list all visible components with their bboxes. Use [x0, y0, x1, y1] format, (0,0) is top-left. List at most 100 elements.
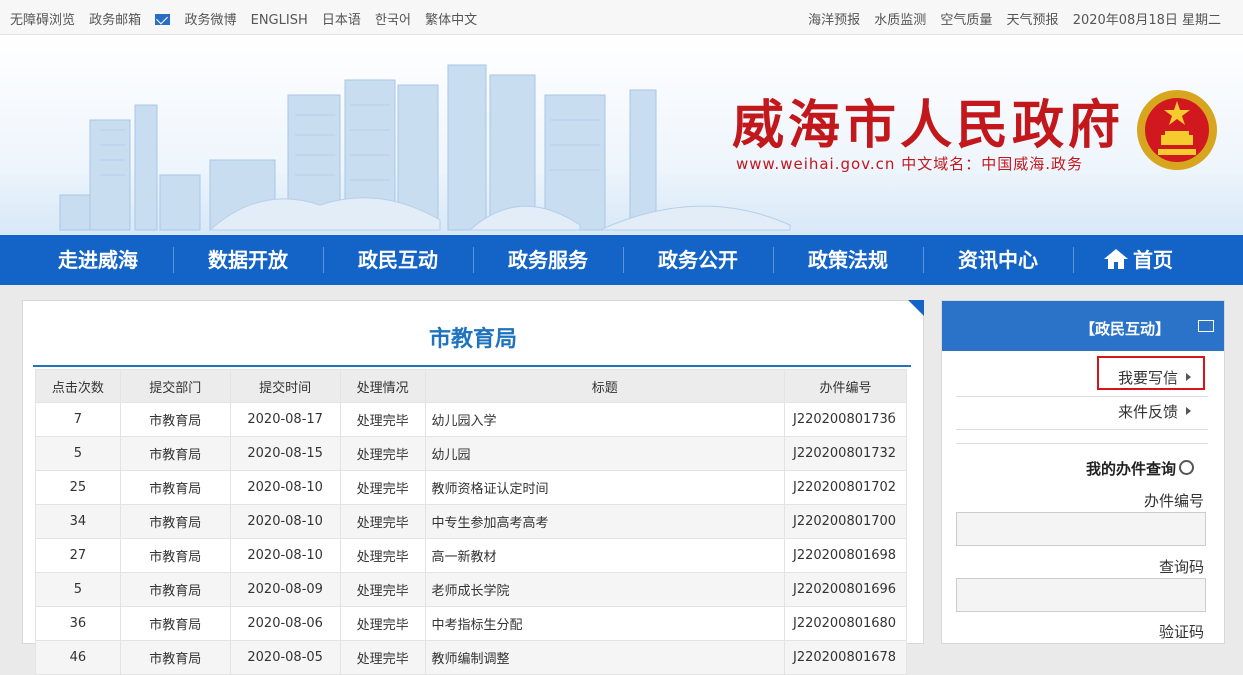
site-subtitle: www.weihai.gov.cn 中文域名：中国威海.政务: [736, 155, 1083, 173]
cell-status: 处理完毕: [339, 572, 426, 607]
sidebar: 【政民互动】 我要写信 来件反馈 我的办件查询 办件编号 查询码 验证码: [941, 300, 1225, 644]
top-bar: 无障碍浏览 政务邮箱 政务微博 ENGLISH 日本语 한국어 繁体中文 海洋预…: [0, 0, 1243, 35]
nav-divider: [473, 247, 474, 273]
nav-open-data[interactable]: 数据开放: [173, 235, 323, 285]
cell-status: 处理完毕: [339, 606, 426, 641]
feedback-link[interactable]: 来件反馈: [1118, 401, 1192, 422]
captcha-label: 验证码: [1159, 623, 1205, 641]
column-header-department[interactable]: 提交部门: [119, 369, 231, 403]
cell-submit-time: 2020-08-05: [229, 640, 341, 675]
sidebar-title: 【政民互动】: [1080, 320, 1171, 338]
column-header-submit-time[interactable]: 提交时间: [229, 369, 341, 403]
table-row[interactable]: 25 市教育局 2020-08-10 处理完毕 教师资格证认定时间 J22020…: [35, 470, 908, 505]
column-header-case-number[interactable]: 办件编号: [783, 369, 908, 403]
cell-status: 处理完毕: [339, 470, 426, 505]
cell-clicks: 34: [35, 504, 121, 539]
cell-submit-time: 2020-08-09: [229, 572, 341, 607]
table-row[interactable]: 7 市教育局 2020-08-17 处理完毕 幼儿园入学 J2202008017…: [35, 402, 908, 437]
cell-clicks: 5: [35, 436, 121, 471]
cell-case-number: J22020080173б: [783, 402, 908, 437]
divider: [956, 443, 1208, 444]
cell-clicks: 36: [35, 606, 121, 641]
top-links: 无障碍浏览 政务邮箱 政务微博 ENGLISH 日本语 한국어 繁体中文: [10, 9, 487, 28]
page-title: 市教育局: [428, 327, 517, 352]
japanese-link[interactable]: 日本语: [322, 13, 361, 28]
nav-divider: [623, 247, 624, 273]
cell-title-link[interactable]: 幼儿园入学: [424, 402, 785, 437]
arrow-right-icon: [1186, 407, 1192, 415]
table-row[interactable]: 27 市教育局 2020-08-10 处理完毕 高一新教材 J220200801…: [35, 538, 908, 573]
cell-case-number: J220200801678: [783, 640, 908, 675]
cell-department: 市教育局: [119, 606, 231, 641]
air-quality-link[interactable]: 空气质量: [940, 13, 992, 28]
column-header-title[interactable]: 标题: [424, 369, 785, 403]
column-header-clicks[interactable]: 点击次数: [35, 369, 121, 403]
case-query-label: 我的办件查询: [1086, 460, 1177, 478]
query-code-input[interactable]: [956, 578, 1206, 612]
main-nav: 首页 资讯中心 政策法规 政务公开 政务服务 政民互动 数据开放 走进威海: [0, 235, 1243, 285]
nav-divider: [323, 247, 324, 273]
weather-link[interactable]: 天气预报: [1007, 13, 1059, 28]
cell-department: 市教育局: [119, 470, 231, 505]
sidebar-header: 【政民互动】: [942, 301, 1224, 351]
cell-title-link[interactable]: 老师成长学院: [424, 572, 785, 607]
national-emblem-icon: [1137, 90, 1217, 170]
query-code-label: 查询码: [1159, 558, 1205, 576]
cell-department: 市教育局: [119, 504, 231, 539]
nav-policy[interactable]: 政策法规: [773, 235, 923, 285]
divider: [956, 396, 1208, 397]
ocean-forecast-link[interactable]: 海洋预报: [808, 13, 860, 28]
english-link[interactable]: ENGLISH: [251, 13, 308, 28]
nav-home[interactable]: 首页: [1073, 235, 1203, 285]
cell-department: 市教育局: [119, 572, 231, 607]
case-number-input[interactable]: [956, 512, 1206, 546]
cell-clicks: 27: [35, 538, 121, 573]
nav-news[interactable]: 资讯中心: [923, 235, 1073, 285]
cell-case-number: J220200801700: [783, 504, 908, 539]
cell-submit-time: 2020-08-06: [229, 606, 341, 641]
divider: [956, 429, 1208, 430]
cell-title-link[interactable]: 教师资格证认定时间: [424, 470, 785, 505]
cell-submit-time: 2020-08-17: [229, 402, 341, 437]
cell-title-link[interactable]: 中专生参加高考高考: [424, 504, 785, 539]
cell-title-link[interactable]: 幼儿园: [424, 436, 785, 471]
cell-submit-time: 2020-08-10: [229, 538, 341, 573]
home-icon: [1104, 249, 1128, 269]
cell-clicks: 5: [35, 572, 121, 607]
case-query-title: 我的办件查询: [1086, 458, 1195, 479]
accessibility-link[interactable]: 无障碍浏览: [10, 13, 75, 28]
cell-department: 市教育局: [119, 538, 231, 573]
write-letter-highlight: [1097, 356, 1205, 390]
table-row[interactable]: 46 市教育局 2020-08-05 处理完毕 教师编制调整 J22020080…: [35, 640, 908, 675]
table-row[interactable]: 5 市教育局 2020-08-15 处理完毕 幼儿园 J220200801732: [35, 436, 908, 471]
cell-status: 处理完毕: [339, 436, 426, 471]
nav-about[interactable]: 走进威海: [23, 235, 173, 285]
cell-title-link[interactable]: 教师编制调整: [424, 640, 785, 675]
nav-services[interactable]: 政务服务: [473, 235, 623, 285]
gov-weibo-link[interactable]: 政务微博: [184, 13, 236, 28]
column-header-status[interactable]: 处理情况: [339, 369, 426, 403]
case-number-label: 办件编号: [1144, 492, 1205, 510]
cell-department: 市教育局: [119, 640, 231, 675]
table-row[interactable]: 34 市教育局 2020-08-10 处理完毕 中专生参加高考高考 J22020…: [35, 504, 908, 539]
gov-mail-link[interactable]: 政务邮箱: [89, 13, 141, 28]
water-quality-link[interactable]: 水质监测: [874, 13, 926, 28]
table-row[interactable]: 36 市教育局 2020-08-06 处理完毕 中考指标生分配 J2202008…: [35, 606, 908, 641]
cell-title-link[interactable]: 高一新教材: [424, 538, 785, 573]
cell-case-number: J220200801680: [783, 606, 908, 641]
nav-divider: [173, 247, 174, 273]
korean-link[interactable]: 한국어: [375, 13, 411, 28]
traditional-chinese-link[interactable]: 繁体中文: [425, 13, 477, 28]
cell-title-link[interactable]: 中考指标生分配: [424, 606, 785, 641]
cell-case-number: J220200801696: [783, 572, 908, 607]
mail-icon[interactable]: [155, 14, 171, 25]
search-icon: [1179, 460, 1195, 475]
nav-divider: [773, 247, 774, 273]
nav-interaction[interactable]: 政民互动: [323, 235, 473, 285]
nav-open-gov[interactable]: 政务公开: [623, 235, 773, 285]
cell-status: 处理完毕: [339, 640, 426, 675]
table-row[interactable]: 5 市教育局 2020-08-09 处理完毕 老师成长学院 J220200801…: [35, 572, 908, 607]
envelope-icon: [1198, 320, 1214, 332]
cell-status: 处理完毕: [339, 504, 426, 539]
header-banner: 威海市人民政府 www.weihai.gov.cn 中文域名：中国威海.政务: [0, 35, 1243, 235]
